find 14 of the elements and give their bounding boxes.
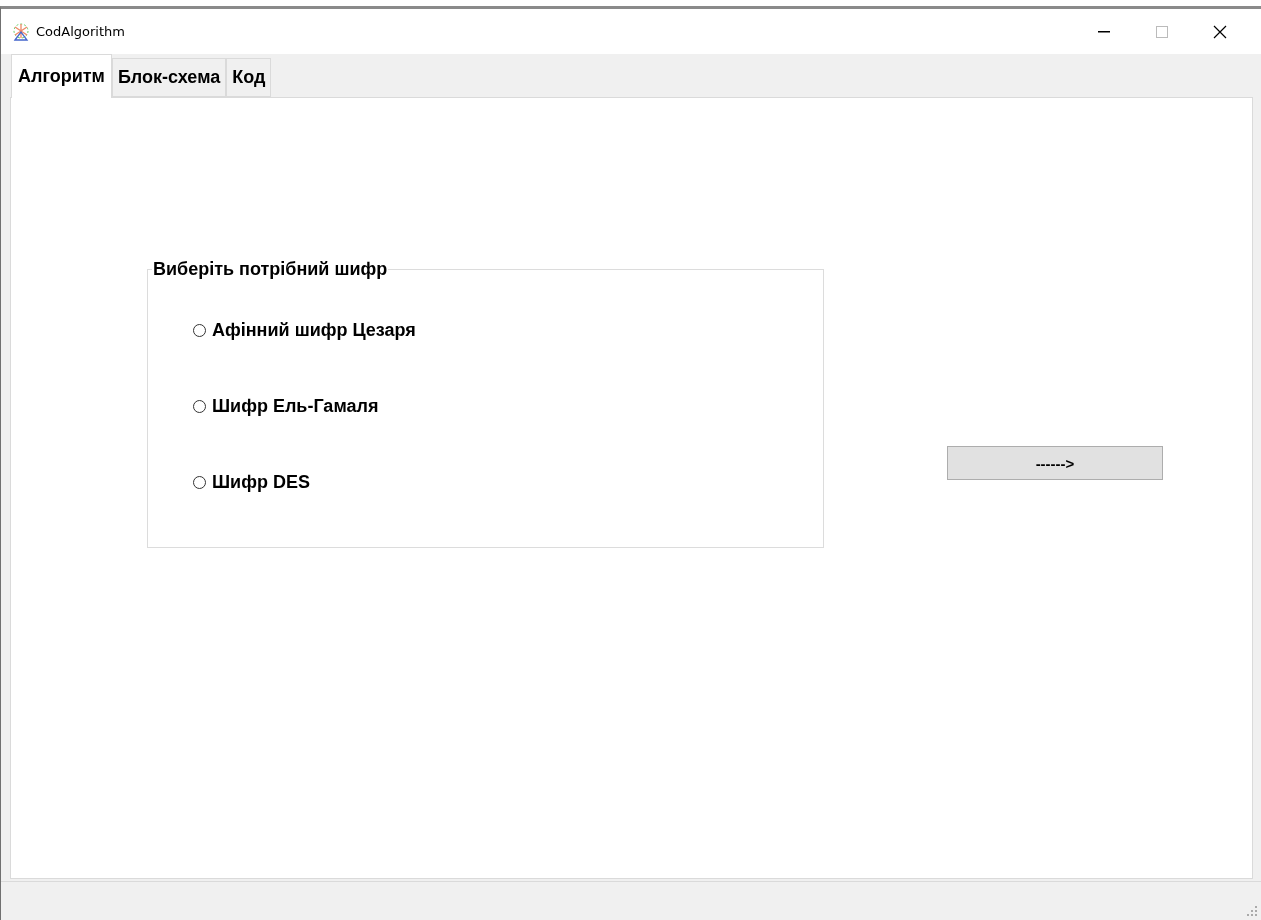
resize-grip-icon	[1247, 906, 1257, 916]
tab[interactable]: Алгоритм	[11, 54, 112, 98]
group-title: Виберіть потрібний шифр	[152, 259, 389, 280]
tab[interactable]: Код	[226, 58, 272, 97]
app-icon	[12, 22, 30, 41]
minimize-icon	[1098, 30, 1110, 33]
radio-option[interactable]: Шифр Ель-Гамаля	[193, 394, 823, 418]
maximize-icon	[1156, 25, 1168, 38]
tab[interactable]: Блок-схема	[111, 58, 227, 97]
next-button[interactable]: ------>	[947, 446, 1163, 480]
window-title: CodAlgorithm	[36, 24, 126, 39]
radio-option[interactable]: Шифр DES	[193, 470, 823, 494]
radio-option[interactable]: Афінний шифр Цезаря	[193, 318, 823, 342]
close-icon	[1213, 24, 1227, 39]
